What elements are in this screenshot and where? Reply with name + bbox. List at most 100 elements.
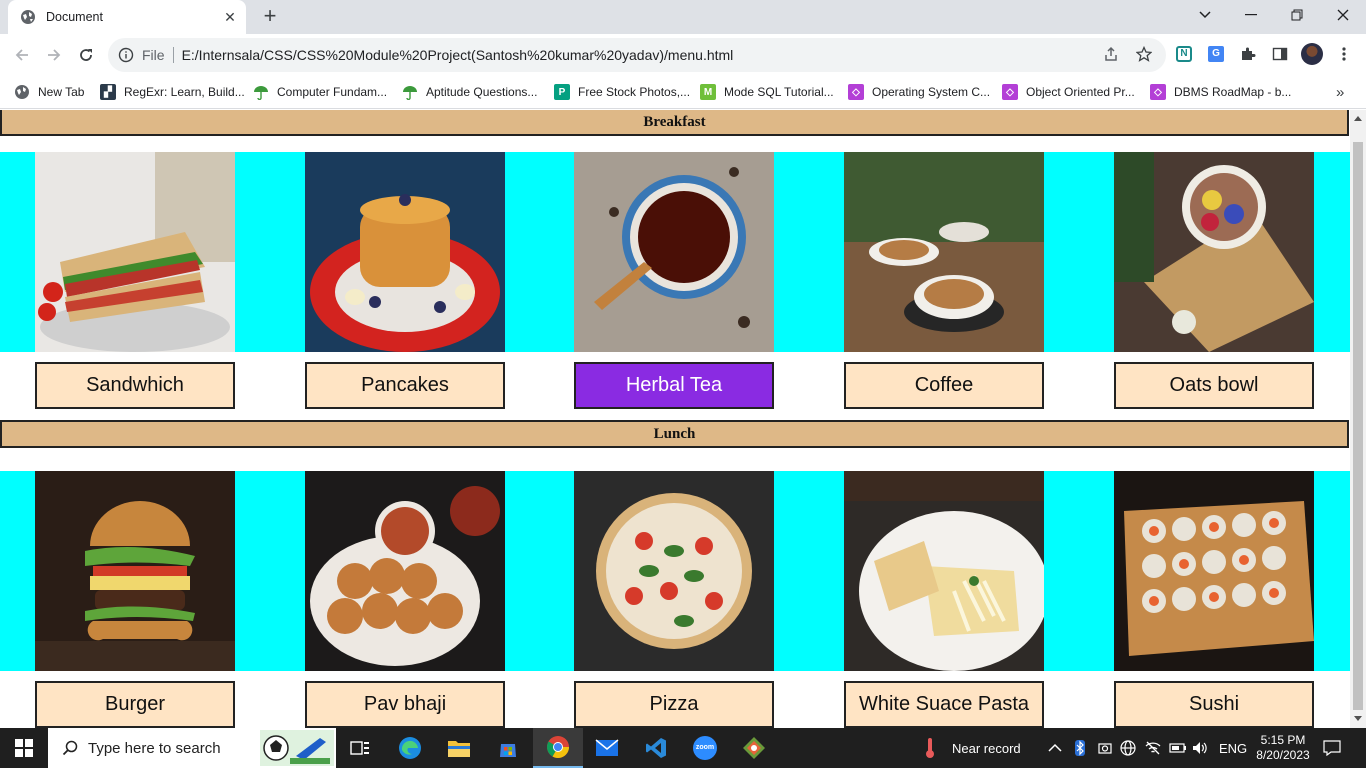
clock-date: 8/20/2023 bbox=[1256, 748, 1310, 762]
mail-icon[interactable] bbox=[595, 736, 619, 760]
bookmark-label: Operating System C... bbox=[872, 85, 991, 99]
minimize-button[interactable] bbox=[1228, 0, 1274, 30]
weather-text: Near record bbox=[952, 740, 1021, 756]
language-globe-icon[interactable] bbox=[1120, 728, 1136, 768]
sushi-photo bbox=[1114, 471, 1314, 671]
translate-extension-icon[interactable]: G bbox=[1205, 43, 1227, 65]
search-icon bbox=[62, 740, 78, 756]
bookmark-label: Free Stock Photos,... bbox=[578, 85, 691, 99]
language-indicator[interactable]: ENG bbox=[1219, 728, 1247, 768]
scaler-icon: ◇ bbox=[1150, 84, 1166, 100]
bookmark-aptitude[interactable]: Aptitude Questions... bbox=[402, 81, 537, 103]
menu-item-white-sauce-pasta-button[interactable]: White Suace Pasta bbox=[844, 681, 1044, 728]
edge-browser-icon[interactable] bbox=[398, 736, 422, 760]
back-button[interactable] bbox=[10, 43, 34, 67]
close-window-button[interactable] bbox=[1320, 0, 1366, 30]
bookmark-mode-sql[interactable]: M Mode SQL Tutorial... bbox=[700, 81, 834, 103]
bluetooth-icon[interactable] bbox=[1074, 728, 1086, 768]
forward-button[interactable] bbox=[42, 43, 66, 67]
section-heading-lunch: Lunch bbox=[0, 420, 1349, 448]
bookmark-label: New Tab bbox=[38, 85, 85, 99]
menu-item-coffee-button[interactable]: Coffee bbox=[844, 362, 1044, 409]
menu-item-herbal-tea-button[interactable]: Herbal Tea bbox=[574, 362, 774, 409]
menu-item-pancakes-button[interactable]: Pancakes bbox=[305, 362, 505, 409]
search-placeholder: Type here to search bbox=[88, 739, 221, 757]
scroll-up-arrow-icon[interactable] bbox=[1354, 116, 1362, 121]
clock-time: 5:15 PM bbox=[1260, 733, 1306, 747]
network-icon[interactable] bbox=[1145, 728, 1161, 768]
url-text[interactable]: E:/Internsala/CSS/CSS%20Module%20Project… bbox=[182, 47, 734, 63]
bookmark-label: DBMS RoadMap - b... bbox=[1174, 85, 1292, 99]
volume-icon[interactable] bbox=[1192, 728, 1208, 768]
profile-avatar[interactable] bbox=[1301, 43, 1323, 65]
coffee-photo bbox=[844, 152, 1044, 352]
task-view-icon[interactable] bbox=[348, 736, 372, 760]
bookmark-dbms-roadmap[interactable]: ◇ DBMS RoadMap - b... bbox=[1150, 81, 1291, 103]
bookmark-operating-system[interactable]: ◇ Operating System C... bbox=[848, 81, 990, 103]
menu-item-sandwhich-button[interactable]: Sandwhich bbox=[35, 362, 235, 409]
file-explorer-icon[interactable] bbox=[447, 736, 471, 760]
battery-icon[interactable] bbox=[1169, 728, 1187, 768]
tab-title: Document bbox=[46, 10, 103, 24]
scrollbar-thumb[interactable] bbox=[1353, 142, 1363, 710]
zoom-icon[interactable]: zoom bbox=[693, 736, 717, 760]
windows-start-icon[interactable] bbox=[12, 736, 36, 760]
bookmark-label: RegExr: Learn, Build... bbox=[124, 85, 245, 99]
lunch-photo-band bbox=[0, 471, 1350, 671]
chrome-menu-icon[interactable] bbox=[1333, 43, 1355, 65]
system-clock[interactable]: 5:15 PM 8/20/2023 bbox=[1253, 728, 1313, 768]
browser-tab[interactable]: Document ✕ bbox=[8, 0, 246, 34]
tab-search-icon[interactable] bbox=[1182, 0, 1228, 30]
menu-item-pav-bhaji-button[interactable]: Pav bhaji bbox=[305, 681, 505, 728]
bookmark-label: Mode SQL Tutorial... bbox=[724, 85, 834, 99]
vscode-icon[interactable] bbox=[644, 736, 668, 760]
scaler-icon: ◇ bbox=[848, 84, 864, 100]
extension-n-icon[interactable]: N bbox=[1173, 43, 1195, 65]
bookmark-label: Computer Fundam... bbox=[277, 85, 388, 99]
weather-widget[interactable]: Near record bbox=[922, 728, 1021, 768]
restore-button[interactable] bbox=[1274, 0, 1320, 30]
pasta-photo bbox=[844, 471, 1044, 671]
microsoft-store-icon[interactable] bbox=[496, 736, 520, 760]
browser-toolbar: File E:/Internsala/CSS/CSS%20Module%20Pr… bbox=[0, 34, 1366, 76]
git-tool-icon[interactable] bbox=[742, 736, 766, 760]
page-scrollbar[interactable] bbox=[1350, 110, 1366, 728]
taskbar-search-box[interactable]: Type here to search bbox=[48, 728, 336, 768]
extensions-puzzle-icon[interactable] bbox=[1237, 43, 1259, 65]
close-tab-icon[interactable]: ✕ bbox=[222, 9, 238, 25]
bookmark-new-tab[interactable]: New Tab bbox=[14, 81, 84, 103]
side-panel-icon[interactable] bbox=[1269, 43, 1291, 65]
globe-icon bbox=[15, 85, 29, 99]
herbal-tea-photo bbox=[574, 152, 774, 352]
share-icon[interactable] bbox=[1100, 43, 1122, 65]
url-separator bbox=[172, 47, 174, 63]
bookmark-regexr[interactable]: ▞ RegExr: Learn, Build... bbox=[100, 81, 245, 103]
reload-button[interactable] bbox=[74, 43, 98, 67]
camera-icon[interactable] bbox=[1098, 728, 1112, 768]
bookmark-pexels[interactable]: P Free Stock Photos,... bbox=[554, 81, 690, 103]
chrome-taskbar-icon[interactable] bbox=[533, 728, 583, 768]
bookmark-label: Aptitude Questions... bbox=[426, 85, 538, 99]
bookmark-oop[interactable]: ◇ Object Oriented Pr... bbox=[1002, 81, 1135, 103]
scroll-down-arrow-icon[interactable] bbox=[1354, 716, 1362, 721]
info-icon[interactable] bbox=[118, 47, 134, 63]
menu-item-sushi-button[interactable]: Sushi bbox=[1114, 681, 1314, 728]
address-bar[interactable]: File E:/Internsala/CSS/CSS%20Module%20Pr… bbox=[108, 38, 1166, 72]
notifications-icon[interactable] bbox=[1323, 728, 1341, 768]
thermometer-icon bbox=[926, 738, 934, 758]
url-scheme-label: File bbox=[142, 47, 165, 63]
pancakes-photo bbox=[305, 152, 505, 352]
menu-item-oats-bowl-button[interactable]: Oats bowl bbox=[1114, 362, 1314, 409]
show-hidden-icons[interactable] bbox=[1048, 728, 1062, 768]
bookmarks-overflow-icon[interactable]: » bbox=[1336, 81, 1344, 103]
menu-item-pizza-button[interactable]: Pizza bbox=[574, 681, 774, 728]
new-tab-button[interactable]: + bbox=[258, 5, 282, 28]
umbrella-icon bbox=[403, 86, 417, 100]
pizza-photo bbox=[574, 471, 774, 671]
tab-strip: Document ✕ + bbox=[0, 0, 1366, 34]
menu-item-burger-button[interactable]: Burger bbox=[35, 681, 235, 728]
bookmark-computer-fundamentals[interactable]: Computer Fundam... bbox=[253, 81, 387, 103]
bookmark-label: Object Oriented Pr... bbox=[1026, 85, 1135, 99]
breakfast-photo-band bbox=[0, 152, 1350, 352]
bookmark-star-icon[interactable] bbox=[1133, 43, 1155, 65]
